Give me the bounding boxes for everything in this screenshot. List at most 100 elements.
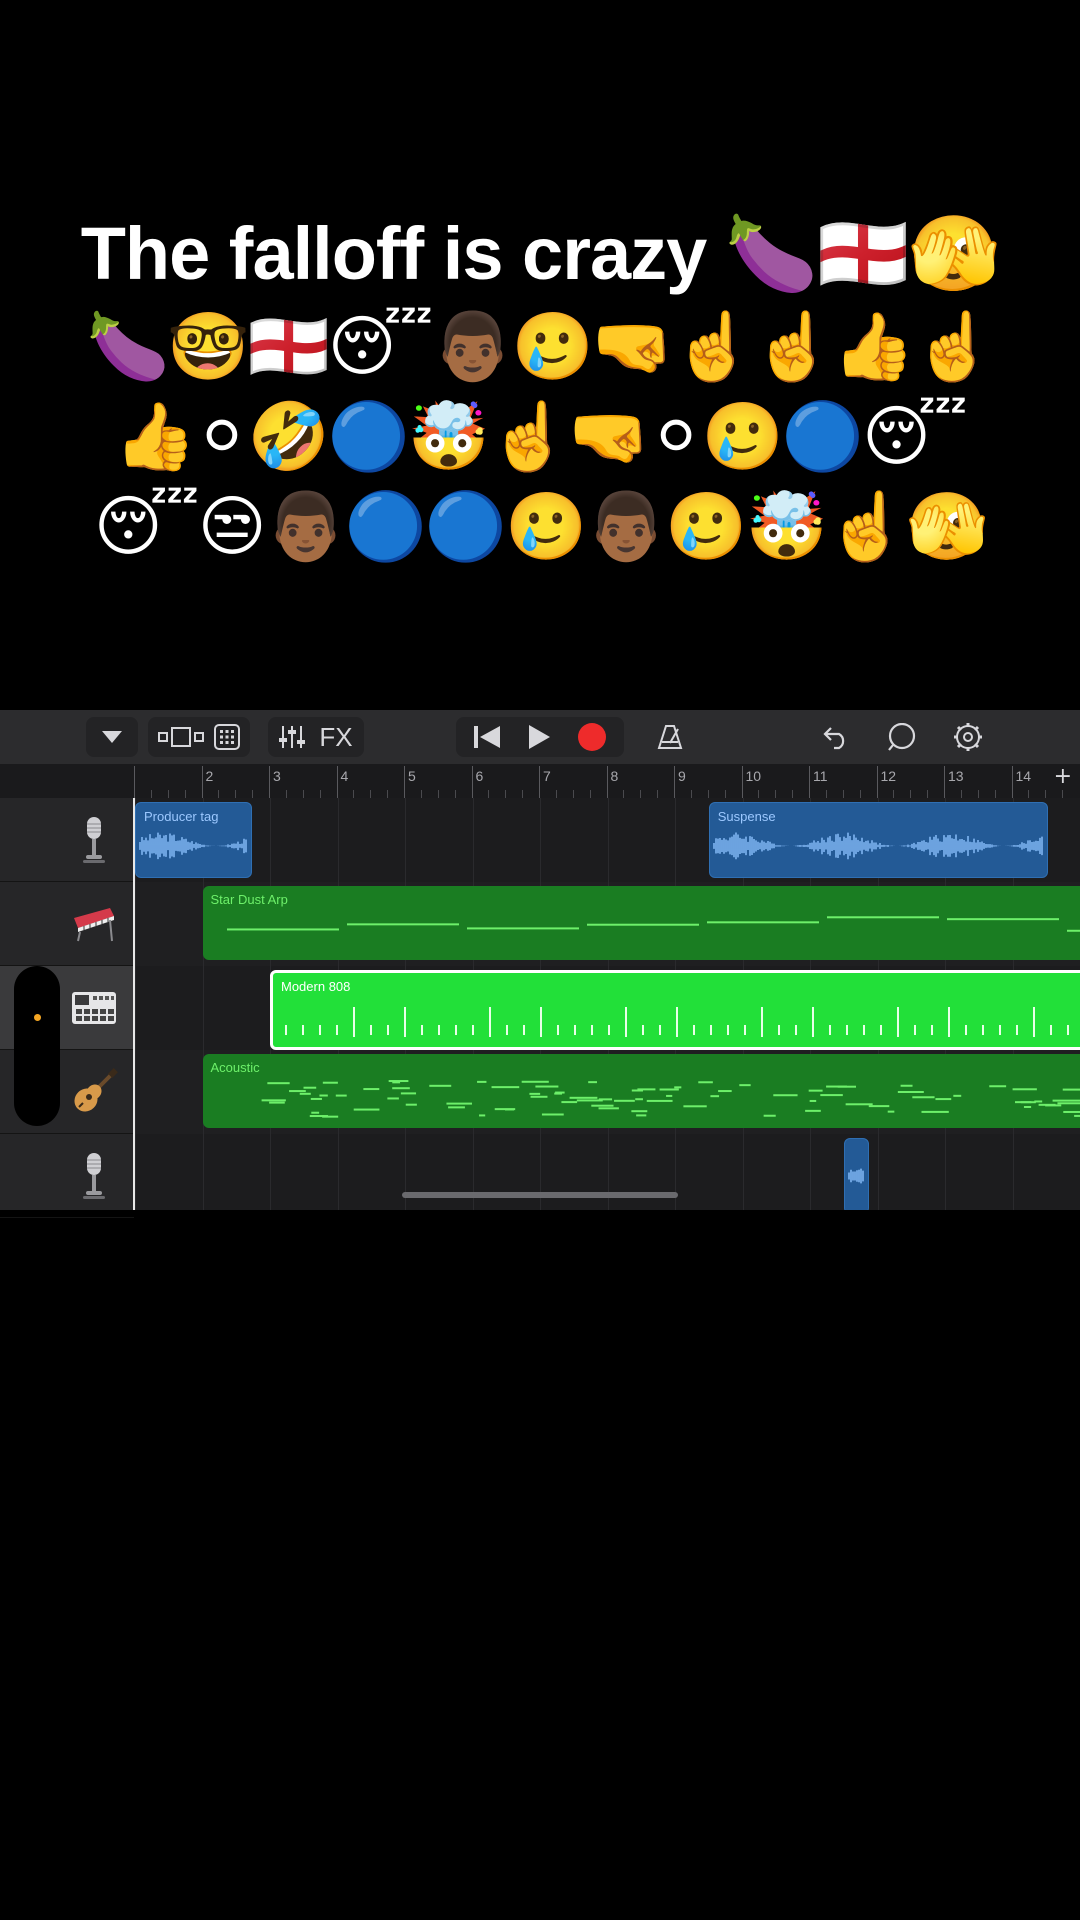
ruler-subtick <box>505 790 507 798</box>
tracks-dropdown-button[interactable] <box>86 717 138 757</box>
ruler-subtick <box>370 790 372 798</box>
fx-button[interactable]: FX <box>319 722 352 753</box>
ruler-tick <box>809 766 810 798</box>
ruler-subtick <box>775 790 777 798</box>
ruler-subtick <box>640 790 642 798</box>
settings-button[interactable] <box>950 717 986 757</box>
ruler-subtick <box>960 790 962 798</box>
ruler-bar-number: 8 <box>610 768 619 784</box>
track-controls-handle[interactable] <box>14 966 60 1126</box>
ruler-tick <box>876 766 878 798</box>
ruler-subtick <box>488 790 490 798</box>
ruler-subtick <box>454 790 456 798</box>
ruler-subtick <box>690 790 692 798</box>
track-header-vocal[interactable] <box>0 1134 134 1218</box>
rewind-icon <box>474 726 500 748</box>
ruler-subtick <box>184 790 186 798</box>
mixer-button[interactable] <box>279 724 306 750</box>
ruler-subtick <box>437 790 439 798</box>
ruler-tick <box>674 766 675 798</box>
ruler-subtick <box>1045 790 1047 798</box>
horizontal-scrollbar[interactable] <box>402 1192 678 1198</box>
ruler-bar-number: 5 <box>408 768 416 784</box>
ruler-tick <box>269 766 270 798</box>
play-icon <box>529 725 550 749</box>
waveform <box>848 1168 864 1184</box>
ruler-subtick <box>977 790 979 798</box>
play-button[interactable] <box>527 724 551 750</box>
ruler-subtick <box>420 790 422 798</box>
grid-icon <box>214 724 240 750</box>
ruler-tick <box>201 766 203 798</box>
suspense-region[interactable]: Suspense <box>708 802 1049 878</box>
ruler-bar-number: 2 <box>205 768 214 784</box>
ruler-subtick <box>792 790 794 798</box>
ruler-subtick <box>589 790 591 798</box>
ruler-tick <box>539 766 540 798</box>
acoustic-region[interactable]: Acoustic <box>202 1054 1080 1128</box>
emoji-row: 👍⚪🤣🔵🤯☝️🤜⚪🥲🔵😴 <box>114 398 968 475</box>
ruler-subtick <box>758 790 760 798</box>
track-indicator-dot <box>34 1014 41 1021</box>
video-caption: The falloff is crazy 🍆🏴󠁧󠁢󠁥󠁮󠁧󠁿🫣 🍆🤓🏴󠁧󠁢󠁥󠁮󠁧󠁿… <box>80 210 1001 572</box>
audio-clip-region[interactable] <box>843 1138 870 1210</box>
region-label: Suspense <box>717 809 776 824</box>
ruler-subtick <box>302 790 304 798</box>
track-header-star-dust-arp[interactable] <box>0 882 134 966</box>
ruler-subtick <box>825 790 827 798</box>
ruler-subtick <box>842 790 844 798</box>
drum-machine-icon <box>70 984 118 1032</box>
undo-icon <box>823 727 845 750</box>
ruler-tick <box>471 766 473 798</box>
region-label: Acoustic <box>210 1060 260 1075</box>
ruler-subtick <box>218 790 220 798</box>
ruler-subtick <box>522 790 524 798</box>
control-bar: FX <box>0 710 1080 765</box>
grid-button[interactable] <box>214 724 240 750</box>
record-icon <box>578 723 606 751</box>
modern-808-region[interactable]: Modern 808 <box>270 970 1080 1050</box>
emoji-row: 😴😒👨🏾🔵🔵🥲👨🏾🥲🤯☝️🫣 <box>93 488 988 565</box>
ruler-subtick <box>623 790 625 798</box>
ruler-bar-number: 14 <box>1015 768 1032 784</box>
ruler-tick <box>1011 766 1013 798</box>
add-section-button[interactable]: + <box>1054 764 1072 789</box>
mixer-fx-controls: FX <box>268 717 364 757</box>
rewind-button[interactable] <box>473 724 501 750</box>
ruler-bars: 2 3 4 5 6 7 8 9 10 11 12 13 14 <box>134 764 1080 798</box>
track-header-producer-tag[interactable] <box>0 798 134 882</box>
view-toggle-button[interactable] <box>158 726 204 748</box>
emoji-rows: 🍆🤓🏴󠁧󠁢󠁥󠁮󠁧󠁿😴👨🏾🥲🤜☝️☝️👍☝️ 👍⚪🤣🔵🤯☝️🤜⚪🥲🔵😴 😴😒👨🏾🔵… <box>80 302 1000 572</box>
mixer-icon <box>279 726 306 748</box>
ruler-subtick <box>724 790 726 798</box>
undo-button[interactable] <box>818 717 854 757</box>
record-button[interactable] <box>577 722 607 752</box>
ruler-subtick <box>387 790 389 798</box>
track-headers <box>0 798 134 1218</box>
microphone-icon <box>70 1152 118 1200</box>
timeline-ruler[interactable]: 2 3 4 5 6 7 8 9 10 11 12 13 14 + <box>0 764 1080 798</box>
ruler-subtick <box>927 790 929 798</box>
loop-icon <box>888 723 916 751</box>
emoji-row: 🍆🤓🏴󠁧󠁢󠁥󠁮󠁧󠁿😴👨🏾🥲🤜☝️☝️👍☝️ <box>87 308 995 385</box>
ruler-subtick <box>252 790 254 798</box>
ruler-subtick <box>893 790 895 798</box>
metronome-button[interactable] <box>652 717 688 757</box>
ruler-subtick <box>150 790 152 798</box>
ruler-bar-number: 13 <box>948 768 964 784</box>
ruler-tick <box>134 766 135 798</box>
ruler-subtick <box>285 790 287 798</box>
ruler-subtick <box>1028 790 1030 798</box>
ruler-subtick <box>555 790 557 798</box>
producer-tag-region[interactable]: Producer tag <box>135 802 252 878</box>
star-dust-arp-region[interactable]: Star Dust Arp <box>202 886 1080 960</box>
ruler-bar-number: 3 <box>273 768 281 784</box>
ruler-bar-number: 4 <box>340 768 349 784</box>
acoustic-guitar-icon <box>70 1068 118 1116</box>
ruler-tick <box>741 766 743 798</box>
transport-controls <box>456 717 624 757</box>
ruler-tick <box>606 766 608 798</box>
ruler-bar-number: 11 <box>813 768 828 784</box>
playhead[interactable] <box>133 798 135 1210</box>
loop-button[interactable] <box>884 717 920 757</box>
